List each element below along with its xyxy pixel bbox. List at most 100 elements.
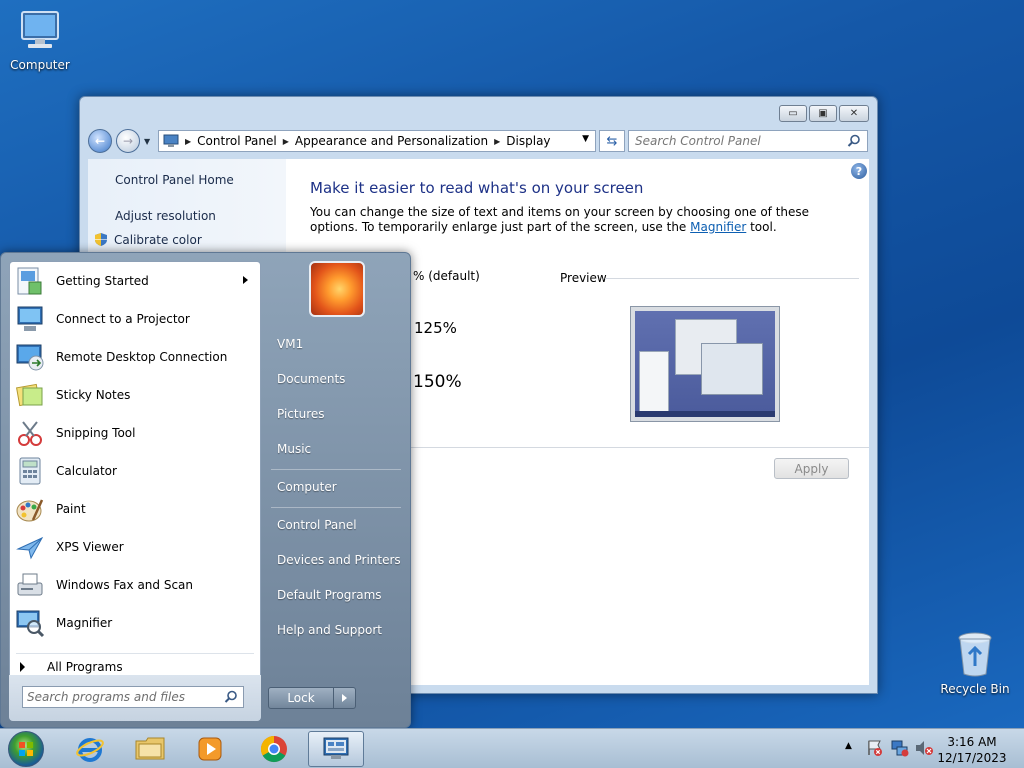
start-item-connect-projector[interactable]: Connect to a Projector <box>10 300 260 338</box>
breadcrumb-separator-icon: ▶ <box>494 136 501 146</box>
close-button[interactable]: ✕ <box>839 105 869 122</box>
chrome-icon <box>260 735 287 763</box>
action-center-icon[interactable] <box>866 739 884 757</box>
minimize-button[interactable]: ▭ <box>779 105 807 122</box>
help-icon: ? <box>855 164 863 178</box>
sticky-notes-icon <box>16 383 43 407</box>
start-item-label: Magnifier <box>56 616 113 630</box>
lock-button[interactable]: Lock <box>268 687 334 709</box>
breadcrumb-separator-icon: ▶ <box>282 136 289 146</box>
control-panel-icon <box>163 134 179 147</box>
minimize-icon: ▭ <box>788 108 798 119</box>
magnifier-link[interactable]: Magnifier <box>690 220 746 234</box>
help-button[interactable]: ? <box>851 163 867 179</box>
taskbar-explorer[interactable] <box>122 731 178 767</box>
start-item-snipping-tool[interactable]: Snipping Tool <box>10 414 260 452</box>
forward-arrow-icon: → <box>122 134 134 148</box>
remote-desktop-icon <box>16 344 44 371</box>
taskbar-media-player[interactable] <box>182 731 238 767</box>
address-bar[interactable]: ▶ Control Panel ▶ Appearance and Persona… <box>158 130 596 152</box>
refresh-button[interactable]: ⇆ <box>599 130 625 152</box>
start-item-sticky-notes[interactable]: Sticky Notes <box>10 376 260 414</box>
volume-muted-icon[interactable] <box>914 739 934 757</box>
close-icon: ✕ <box>849 108 859 119</box>
adjust-resolution-link[interactable]: Adjust resolution <box>115 209 216 223</box>
start-right-music[interactable]: Music <box>277 442 311 456</box>
windows-logo-icon <box>19 742 33 756</box>
start-item-getting-started[interactable]: Getting Started <box>10 262 260 300</box>
start-right-pictures[interactable]: Pictures <box>277 407 325 421</box>
start-item-calculator[interactable]: Calculator <box>10 452 260 490</box>
back-arrow-icon: ← <box>94 134 106 148</box>
preview-label: Preview <box>560 271 607 285</box>
taskbar-internet-explorer[interactable] <box>62 731 118 767</box>
start-right-default-programs[interactable]: Default Programs <box>277 588 382 602</box>
start-right-documents[interactable]: Documents <box>277 372 345 386</box>
shutdown-options-button[interactable] <box>334 687 356 709</box>
user-avatar[interactable] <box>309 261 365 317</box>
address-dropdown-icon[interactable]: ▼ <box>582 134 589 144</box>
desktop-icon-computer[interactable]: Computer <box>0 8 80 72</box>
breadcrumb-appearance[interactable]: Appearance and Personalization <box>295 134 488 148</box>
clock-time: 3:16 AM <box>947 735 997 749</box>
forward-button[interactable]: → <box>116 129 140 153</box>
search-input[interactable]: Search Control Panel <box>628 130 868 152</box>
window-controls: ▭ ▣ ✕ <box>779 105 869 122</box>
right-divider <box>271 469 401 470</box>
breadcrumb-display[interactable]: Display <box>506 134 550 148</box>
start-right-help-support[interactable]: Help and Support <box>277 623 382 637</box>
snipping-tool-icon <box>18 421 42 446</box>
clock-date: 12/17/2023 <box>937 751 1007 765</box>
start-right-user[interactable]: VM1 <box>277 337 303 351</box>
start-item-label: Getting Started <box>56 274 149 288</box>
option-default-label[interactable]: % (default) <box>413 269 480 283</box>
all-programs-arrow-icon <box>20 662 25 672</box>
search-icon[interactable] <box>847 134 861 148</box>
start-item-fax-scan[interactable]: Windows Fax and Scan <box>10 566 260 604</box>
network-icon[interactable] <box>890 739 910 757</box>
all-programs-button[interactable]: All Programs <box>20 660 123 674</box>
back-button[interactable]: ← <box>88 129 112 153</box>
start-item-remote-desktop[interactable]: Remote Desktop Connection <box>10 338 260 376</box>
preview-taskbar <box>635 411 775 417</box>
paint-icon <box>16 499 44 522</box>
control-panel-home-link[interactable]: Control Panel Home <box>115 173 234 187</box>
refresh-icon: ⇆ <box>606 133 618 149</box>
all-programs-label: All Programs <box>47 660 123 674</box>
clock[interactable]: 3:16 AM 12/17/2023 <box>932 734 1012 766</box>
start-item-label: Calculator <box>56 464 117 478</box>
page-description: You can change the size of text and item… <box>310 205 860 235</box>
show-hidden-icons-button[interactable]: ▲ <box>845 741 852 751</box>
start-item-paint[interactable]: Paint <box>10 490 260 528</box>
getting-started-icon <box>17 267 42 295</box>
history-dropdown[interactable]: ▼ <box>144 137 152 146</box>
start-right-devices-printers[interactable]: Devices and Printers <box>277 553 401 567</box>
start-right-control-panel[interactable]: Control Panel <box>277 518 357 532</box>
desktop-icon-recycle-bin[interactable]: Recycle Bin <box>935 630 1015 696</box>
breadcrumb-control-panel[interactable]: Control Panel <box>197 134 277 148</box>
option-150-label[interactable]: 150% <box>413 372 462 392</box>
start-item-magnifier[interactable]: Magnifier <box>10 604 260 642</box>
right-divider <box>271 507 401 508</box>
navigation-bar: ← → ▼ ▶ Control Panel ▶ Appearance and P… <box>88 128 869 154</box>
start-search-area: Search programs and files <box>9 675 261 721</box>
start-item-label: Sticky Notes <box>56 388 131 402</box>
taskbar-control-panel[interactable] <box>308 731 364 767</box>
calculator-icon <box>19 457 41 485</box>
control-panel-icon <box>323 737 349 759</box>
start-search-placeholder: Search programs and files <box>27 690 185 704</box>
start-search-input[interactable]: Search programs and files <box>22 686 244 708</box>
shield-icon <box>95 233 107 246</box>
maximize-button[interactable]: ▣ <box>809 105 837 122</box>
option-125-label[interactable]: 125% <box>414 319 457 337</box>
start-item-label: Windows Fax and Scan <box>56 578 194 592</box>
start-item-label: Snipping Tool <box>56 426 136 440</box>
apply-button[interactable]: Apply <box>774 458 849 479</box>
taskbar-chrome[interactable] <box>246 731 302 767</box>
start-item-xps-viewer[interactable]: XPS Viewer <box>10 528 260 566</box>
calibrate-color-link[interactable]: Calibrate color <box>94 232 202 247</box>
taskbar: ▲ 3:16 AM 12/17/2023 <box>0 728 1024 768</box>
start-button[interactable] <box>8 731 44 767</box>
xps-viewer-icon <box>16 536 44 560</box>
start-right-computer[interactable]: Computer <box>277 480 337 494</box>
